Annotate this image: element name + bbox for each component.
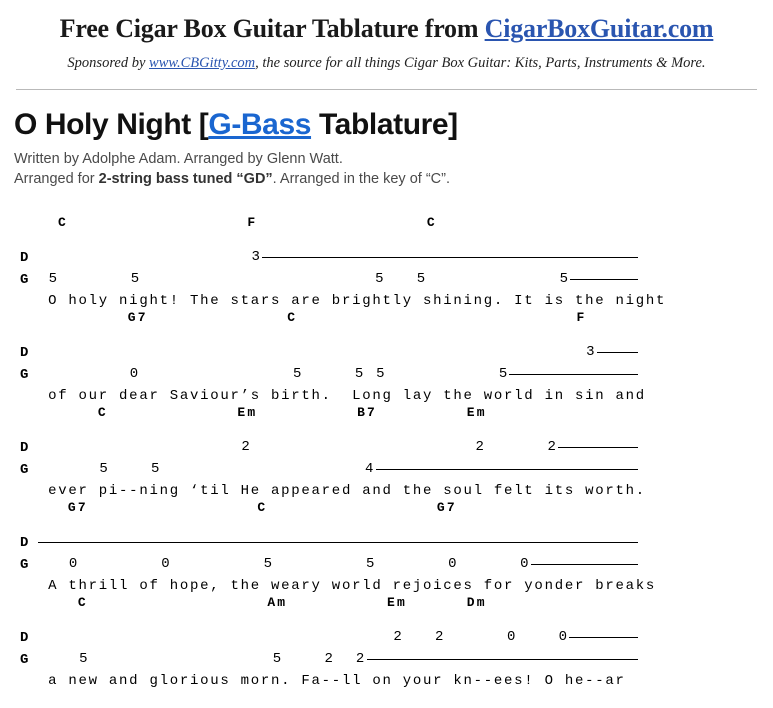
fret-number: 5 [263, 555, 275, 572]
sponsor-suffix-text: , the source for all things Cigar Box Gu… [255, 55, 706, 71]
fret-number: 5 [78, 650, 90, 667]
fret-row-g: 0 0 5 5 0 0 [38, 555, 531, 572]
fret-number: 5 [130, 270, 142, 287]
string-label-g: G [20, 366, 29, 383]
string-label-g: G [20, 461, 29, 478]
string-label-d: D [20, 629, 29, 646]
site-header: Free Cigar Box Guitar Tablature from Cig… [0, 0, 773, 90]
fret-number: 5 [559, 270, 571, 287]
fret-number: 5 [150, 460, 162, 477]
fret-row-d: 2 2 0 0 [38, 628, 570, 645]
fret-row-d: 3 [38, 248, 263, 265]
credit-written-by: Written by Adolphe Adam. Arranged by Gle… [14, 150, 343, 167]
string-label-g: G [20, 271, 29, 288]
fret-number: 3 [250, 248, 263, 265]
fret-number: 0 [160, 555, 172, 572]
credit-tuning-suffix: . Arranged in the key of “C”. [272, 170, 450, 187]
chord-row: C Am Em Dm [38, 594, 487, 610]
fret-number: 5 [374, 270, 386, 287]
string-label-d: D [20, 344, 29, 361]
page-title-prefix: O Holy Night [ [14, 108, 209, 141]
string-label-g: G [20, 556, 29, 573]
fret-number: 4 [364, 460, 376, 477]
string-label-d: D [20, 249, 29, 266]
chord-row: G7 C G7 [38, 499, 457, 515]
cbgitty-link[interactable]: www.CBGitty.com [149, 55, 255, 71]
fret-number: 5 [498, 365, 510, 382]
page-title: O Holy Night [G-Bass Tablature] [14, 108, 773, 142]
fret-number: 0 [506, 628, 518, 645]
fret-number: 5 [98, 460, 110, 477]
fret-number: 0 [129, 365, 141, 382]
chord-row: G7 C F [38, 309, 587, 325]
tab-block: DG G7 C F 3 0 5 5 5 5 of our dear Saviou… [10, 303, 773, 403]
string-label-d: D [20, 439, 29, 456]
fret-number: 5 [365, 555, 377, 572]
song-info: O Holy Night [G-Bass Tablature] Written … [0, 90, 773, 187]
tab-block: DG C Am Em Dm 2 2 0 0 5 5 2 2 a new and … [10, 588, 773, 688]
credit-tuning: Arranged for 2-string bass tuned “GD”. A… [14, 171, 773, 187]
cigarboxguitar-link[interactable]: CigarBoxGuitar.com [485, 14, 714, 43]
fret-row-g: 5 5 5 5 5 [38, 270, 571, 287]
fret-number: 0 [447, 555, 459, 572]
site-header-title: Free Cigar Box Guitar Tablature from Cig… [0, 14, 773, 44]
tab-block: DG G7 C G7 0 0 5 5 0 0 A thrill of hope,… [10, 493, 773, 593]
fret-number: 0 [558, 628, 570, 645]
fret-number: 5 [48, 270, 60, 287]
tablature: DG C F C 3 5 5 5 5 5 O holy night! The s… [0, 208, 773, 688]
g-bass-link[interactable]: G-Bass [208, 108, 311, 141]
fret-number: 2 [475, 438, 487, 455]
site-header-title-text: Free Cigar Box Guitar Tablature from [59, 14, 485, 43]
fret-number: 2 [434, 628, 446, 645]
lyric-row: a new and glorious morn. Fa--ll on your … [38, 672, 626, 689]
fret-number: 5 [375, 365, 387, 382]
fret-number: 2 [240, 438, 252, 455]
chord-row: C Em B7 Em [38, 404, 487, 420]
fret-number: 0 [519, 555, 531, 572]
credit-tuning-prefix: Arranged for [14, 170, 99, 187]
fret-row-g: 5 5 2 2 [38, 650, 367, 667]
fret-number: 5 [354, 365, 366, 382]
fret-row-g: 5 5 4 [38, 460, 376, 477]
sponsor-prefix-text: Sponsored by [67, 55, 150, 71]
fret-number: 5 [272, 650, 284, 667]
fret-number: 2 [392, 628, 405, 645]
staff-line-d [38, 541, 638, 543]
fret-number: 0 [68, 555, 80, 572]
fret-number: 3 [585, 343, 597, 360]
site-header-sponsor-line: Sponsored by www.CBGitty.com, the source… [0, 55, 773, 72]
credit-tuning-bold: 2-string bass tuned “GD” [98, 170, 273, 187]
tab-block: DG C F C 3 5 5 5 5 5 O holy night! The s… [10, 208, 773, 308]
string-label-g: G [20, 651, 29, 668]
fret-number: 2 [323, 650, 336, 667]
fret-row-g: 0 5 5 5 5 [38, 365, 510, 382]
tab-block: DG C Em B7 Em 2 2 2 5 5 4 ever pi--ning … [10, 398, 773, 498]
string-label-d: D [20, 534, 29, 551]
chord-row: C F C [38, 214, 437, 230]
page-title-suffix: Tablature] [311, 108, 458, 141]
fret-number: 2 [355, 650, 367, 667]
fret-number: 5 [292, 365, 304, 382]
fret-number: 5 [416, 270, 428, 287]
fret-number: 2 [547, 438, 559, 455]
fret-row-d: 3 [38, 343, 597, 360]
fret-row-d: 2 2 2 [38, 438, 559, 455]
